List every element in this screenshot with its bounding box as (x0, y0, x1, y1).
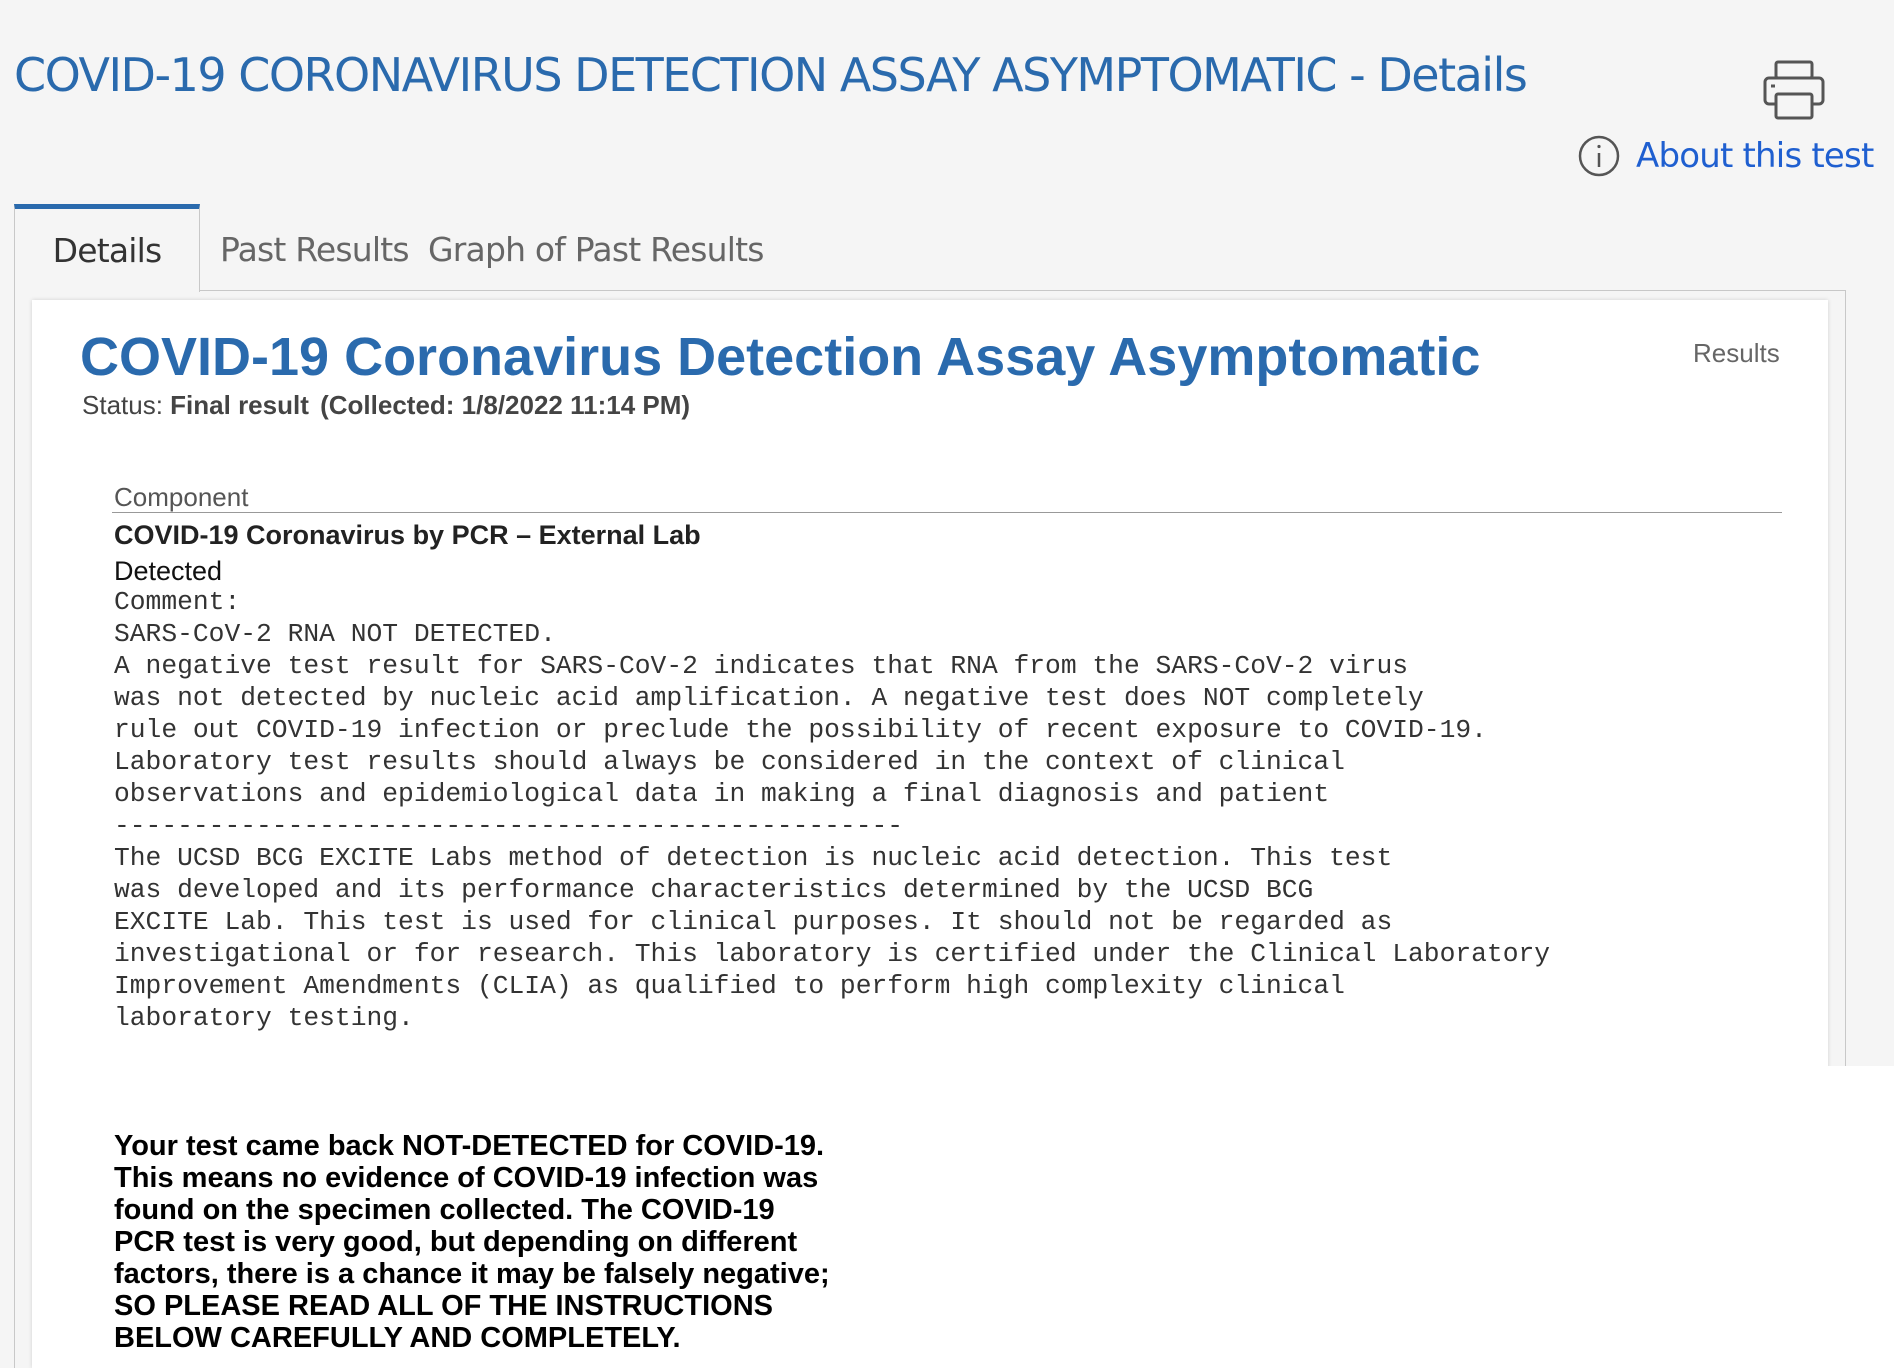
component-value: Detected (114, 556, 223, 586)
about-this-test-link[interactable]: About this test (1578, 132, 1874, 180)
result-notice: Your test came back NOT-DETECTED for COV… (114, 1130, 854, 1354)
notice-line: SO PLEASE READ ALL OF THE INSTRUCTIONS (114, 1290, 773, 1322)
notice-line: factors, there is a chance it may be fal… (114, 1258, 830, 1290)
info-icon (1578, 135, 1620, 177)
content-backdrop (1000, 1066, 1894, 1368)
status-line: Status: Final result (Collected: 1/8/202… (82, 390, 690, 421)
tab-graph-of-past-results[interactable]: Graph of Past Results (428, 204, 764, 292)
notice-line: Your test came back NOT-DETECTED for COV… (114, 1130, 825, 1162)
collected-date: (Collected: 1/8/2022 11:14 PM) (320, 390, 691, 420)
page-title: COVID-19 CORONAVIRUS DETECTION ASSAY ASY… (14, 48, 1528, 102)
panel-border (14, 292, 15, 1368)
tab-bar: Details Past Results Graph of Past Resul… (14, 204, 1846, 292)
notice-line: BELOW CAREFULLY AND COMPLETELY. (114, 1322, 681, 1354)
about-this-test-label[interactable]: About this test (1636, 136, 1874, 176)
notice-line: This means no evidence of COVID-19 infec… (114, 1162, 819, 1194)
notice-line: found on the specimen collected. The COV… (114, 1194, 775, 1226)
status-value: Final result (170, 390, 309, 420)
lab-comment: Comment: SARS-CoV-2 RNA NOT DETECTED. A … (114, 587, 1551, 1033)
tab-details[interactable]: Details (14, 204, 200, 292)
component-divider (112, 512, 1782, 513)
status-prefix: Status: (82, 390, 163, 420)
notice-line: PCR test is very good, but depending on … (114, 1226, 798, 1258)
component-name: COVID-19 Coronavirus by PCR – External L… (114, 520, 701, 550)
panel-border (1845, 290, 1846, 1066)
report-title: COVID-19 Coronavirus Detection Assay Asy… (80, 327, 1481, 387)
tab-past-results[interactable]: Past Results (220, 204, 410, 292)
printer-icon[interactable] (1762, 58, 1826, 122)
component-column-header: Component (114, 482, 249, 512)
results-label: Results (1693, 338, 1780, 368)
tab-divider (200, 290, 1846, 291)
